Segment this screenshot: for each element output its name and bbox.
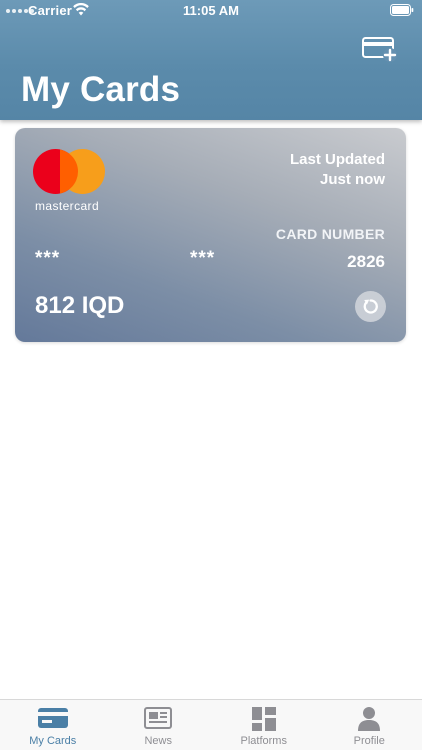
tab-bar: My Cards News Platforms Profile: [0, 699, 422, 750]
mastercard-logo-icon: [33, 149, 105, 194]
tab-platforms[interactable]: Platforms: [211, 700, 317, 750]
battery-icon: [390, 4, 414, 16]
refresh-balance-button[interactable]: [355, 291, 386, 322]
tab-my-cards[interactable]: My Cards: [0, 700, 106, 750]
payment-card[interactable]: mastercard Last Updated Just now CARD NU…: [15, 128, 406, 342]
last-updated-value: Just now: [319, 171, 385, 188]
card-last-four: 2826: [347, 252, 385, 271]
tab-news[interactable]: News: [106, 700, 212, 750]
newspaper-icon: [144, 707, 173, 729]
tab-label-my-cards: My Cards: [29, 735, 77, 747]
add-card-button[interactable]: [362, 36, 398, 62]
status-bar: Carrier 11:05 AM: [0, 0, 422, 22]
last-updated: Last Updated Just now: [290, 150, 385, 190]
person-icon: [358, 707, 381, 731]
header-bar: Carrier 11:05 AM My Cards: [0, 0, 422, 120]
tab-label-news: News: [144, 735, 172, 747]
masked-digits-2: ***: [190, 248, 216, 269]
last-updated-label: Last Updated: [289, 151, 385, 168]
page-title: My Cards: [21, 70, 181, 109]
grid-icon: [251, 707, 276, 731]
tab-label-platforms: Platforms: [240, 735, 287, 747]
masked-digits-1: ***: [35, 248, 61, 269]
card-brand-name: mastercard: [35, 199, 100, 213]
card-number-label: CARD NUMBER: [275, 226, 385, 242]
tab-profile[interactable]: Profile: [317, 700, 422, 750]
status-time: 11:05 AM: [183, 3, 239, 18]
card-icon: [37, 708, 68, 728]
add-card-icon: [362, 37, 397, 62]
card-balance: 812 IQD: [35, 292, 125, 319]
refresh-icon: [363, 299, 378, 314]
tab-label-profile: Profile: [353, 735, 385, 747]
